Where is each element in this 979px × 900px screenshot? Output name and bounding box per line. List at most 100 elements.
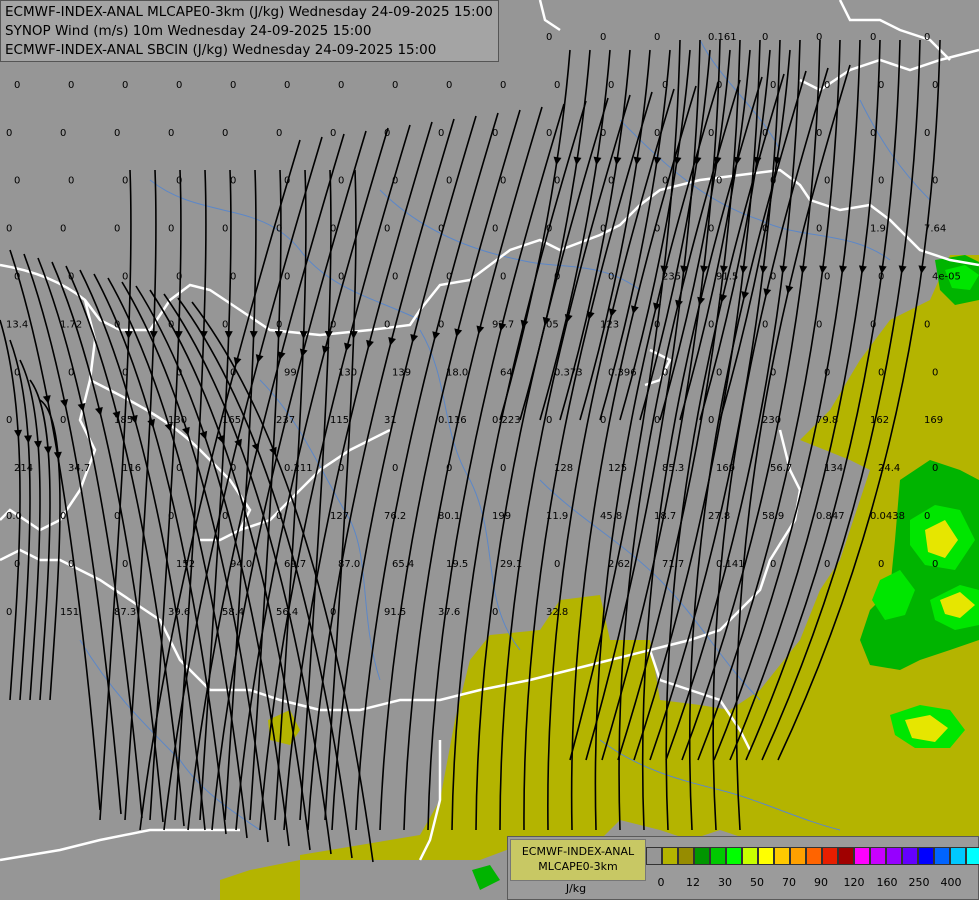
cin-label: 0 bbox=[708, 128, 714, 139]
cin-label: 0 bbox=[870, 32, 876, 43]
cin-label: 0 bbox=[708, 224, 714, 235]
cin-label: 151 bbox=[60, 607, 79, 618]
cin-label: 0 bbox=[122, 367, 128, 378]
cin-label: 0 bbox=[60, 415, 66, 426]
cin-label: 0 bbox=[384, 224, 390, 235]
legend-swatch bbox=[870, 847, 886, 865]
cin-label: 0 bbox=[168, 511, 174, 522]
cin-label: 169 bbox=[716, 463, 735, 474]
legend-swatch bbox=[662, 847, 678, 865]
cin-label: 0 bbox=[554, 176, 560, 187]
cin-label: 230 bbox=[762, 415, 781, 426]
cin-label: 0 bbox=[222, 511, 228, 522]
cin-label: 0 bbox=[546, 32, 552, 43]
cin-label: 0 bbox=[654, 224, 660, 235]
legend-swatch bbox=[774, 847, 790, 865]
cin-label: 0 bbox=[6, 415, 12, 426]
legend-swatch bbox=[902, 847, 918, 865]
cin-label: 0 bbox=[338, 80, 344, 91]
legend-tick-label: 120 bbox=[843, 876, 865, 889]
cin-label: 0 bbox=[176, 176, 182, 187]
cin-label: 0 bbox=[68, 559, 74, 570]
cin-label: 0 bbox=[60, 128, 66, 139]
cin-label: 0 bbox=[824, 559, 830, 570]
cin-label: 0 bbox=[176, 463, 182, 474]
cin-label: 0 bbox=[222, 128, 228, 139]
cin-label: 235 bbox=[662, 272, 681, 283]
cin-label: 115 bbox=[330, 415, 349, 426]
cin-label: 92.7 bbox=[492, 319, 514, 330]
cin-label: 64 bbox=[500, 367, 513, 378]
cin-label: 0 bbox=[816, 319, 822, 330]
cin-label: 0 bbox=[932, 176, 938, 187]
cin-label: 116 bbox=[122, 463, 141, 474]
cin-label: 94.0 bbox=[230, 559, 252, 570]
cin-label: 0 bbox=[878, 80, 884, 91]
cin-label: 0 bbox=[230, 367, 236, 378]
cin-label: 18.7 bbox=[654, 511, 676, 522]
cin-label: 0 bbox=[114, 224, 120, 235]
cin-label: 0 bbox=[168, 128, 174, 139]
cin-label: 4e-05 bbox=[932, 272, 961, 283]
cin-label: 0 bbox=[230, 272, 236, 283]
legend-tick-label: 160 bbox=[876, 876, 898, 889]
cin-label: 0.116 bbox=[438, 415, 467, 426]
cin-label: 56.7 bbox=[770, 463, 792, 474]
legend-tick-label: 70 bbox=[782, 876, 796, 889]
legend-swatch bbox=[646, 847, 662, 865]
color-legend: ECMWF-INDEX-ANAL MLCAPE0-3km J/kg 0 12 30 5… bbox=[507, 836, 979, 900]
cin-label: 0.373 bbox=[554, 367, 583, 378]
cin-label: 0 bbox=[878, 367, 884, 378]
cin-label: 0 bbox=[438, 224, 444, 235]
cin-label: 0 bbox=[6, 128, 12, 139]
cin-label: 0 bbox=[762, 319, 768, 330]
cin-label: 13.4 bbox=[6, 319, 28, 330]
cin-label: 79.8 bbox=[816, 415, 838, 426]
title-sbcin: ECMWF-INDEX-ANAL SBCIN (J/kg) Wednesday … bbox=[5, 42, 437, 58]
title-box: ECMWF-INDEX-ANAL MLCAPE0-3km (J/kg) Wedn… bbox=[0, 0, 499, 62]
cin-label: 0 bbox=[122, 176, 128, 187]
cin-label: 0 bbox=[600, 128, 606, 139]
cin-label: 0 bbox=[500, 272, 506, 283]
cin-label: 1.72 bbox=[60, 319, 82, 330]
cin-label: 0 bbox=[546, 224, 552, 235]
cin-label: 0 bbox=[122, 80, 128, 91]
cin-label: 0 bbox=[870, 128, 876, 139]
cin-label: 31 bbox=[384, 415, 397, 426]
cin-label: 0.396 bbox=[608, 367, 637, 378]
cin-label: 0 bbox=[662, 367, 668, 378]
cin-label: 0 bbox=[654, 415, 660, 426]
cin-label: 0 bbox=[924, 319, 930, 330]
cin-label: 0 bbox=[878, 176, 884, 187]
cin-label: 0 bbox=[662, 176, 668, 187]
cin-label: 24.4 bbox=[878, 463, 900, 474]
legend-swatch bbox=[742, 847, 758, 865]
cin-label: 0.223 bbox=[492, 415, 521, 426]
cin-label: 0 bbox=[662, 80, 668, 91]
cin-label: 185 bbox=[114, 415, 133, 426]
cin-label: 80.1 bbox=[438, 511, 460, 522]
cin-label: 0 bbox=[878, 559, 884, 570]
cin-label: 0 bbox=[122, 559, 128, 570]
legend-tick-label: 12 bbox=[686, 876, 700, 889]
legend-swatch bbox=[918, 847, 934, 865]
cin-label: 0 bbox=[500, 176, 506, 187]
cin-label: 0 bbox=[708, 319, 714, 330]
cin-label: 1.9 bbox=[870, 224, 886, 235]
cin-label: 237 bbox=[276, 415, 295, 426]
cin-label: 0 bbox=[276, 319, 282, 330]
cin-label: 0 bbox=[924, 32, 930, 43]
cin-label: 0 bbox=[816, 128, 822, 139]
cin-label: 11.9 bbox=[546, 511, 568, 522]
cin-label: 0 bbox=[554, 272, 560, 283]
cin-label: 0 bbox=[932, 80, 938, 91]
cin-label: 76.2 bbox=[384, 511, 406, 522]
cin-label: 0 bbox=[554, 80, 560, 91]
cin-label: 0 bbox=[654, 319, 660, 330]
cin-label: 0 bbox=[600, 415, 606, 426]
legend-swatch bbox=[950, 847, 966, 865]
cin-label: 0 bbox=[338, 176, 344, 187]
cin-label: 0 bbox=[330, 319, 336, 330]
cin-label: 0 bbox=[284, 272, 290, 283]
cin-label: 0 bbox=[762, 32, 768, 43]
